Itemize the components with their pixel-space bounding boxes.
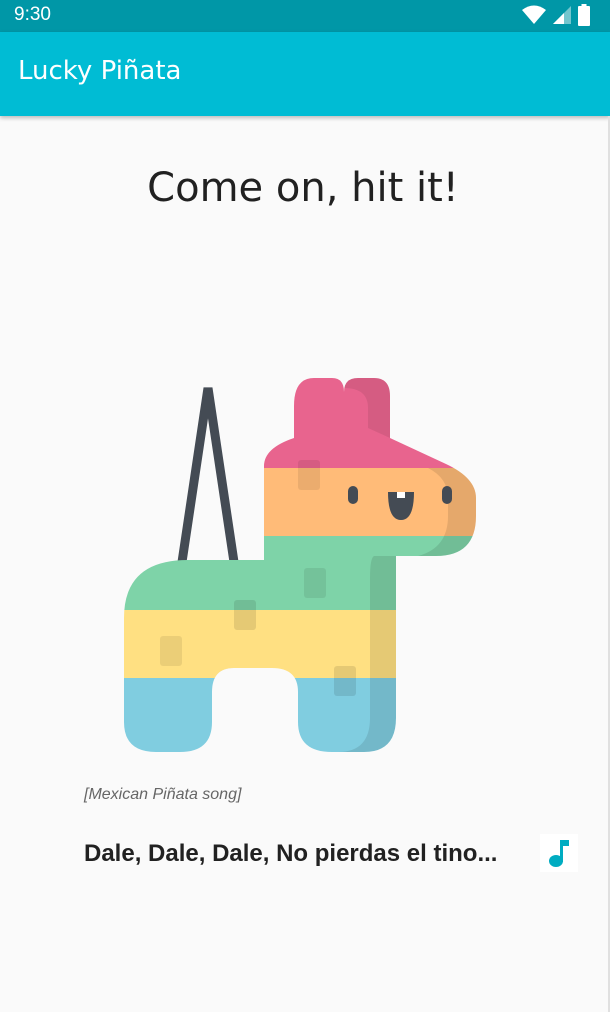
wifi-icon [522,5,546,24]
music-note-icon [549,840,569,867]
cell-signal-icon [553,6,571,24]
song-caption: [Mexican Piñata song] [84,786,242,803]
pinata-image[interactable] [118,378,482,758]
battery-icon [578,4,590,26]
app-title: Lucky Piñata [18,56,182,86]
status-icons [522,4,590,26]
play-song-button[interactable] [540,834,578,872]
status-time: 9:30 [14,4,51,25]
page-heading: Come on, hit it! [147,165,459,211]
app-bar: Lucky Piñata [0,32,610,116]
song-lyric: Dale, Dale, Dale, No pierdas el tino... [84,840,498,867]
status-bar: 9:30 [0,0,610,32]
